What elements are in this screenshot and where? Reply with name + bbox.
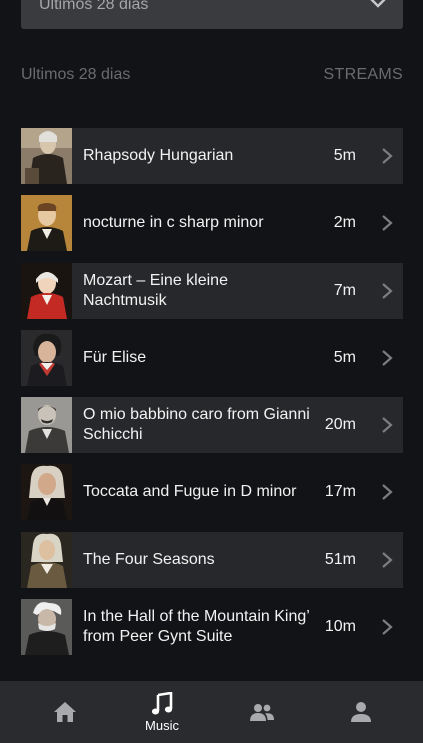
track-thumbnail	[21, 128, 72, 184]
track-thumbnail	[21, 397, 72, 454]
track-thumbnail	[21, 464, 72, 521]
track-streams: 20m	[324, 416, 356, 434]
track-row[interactable]: Rhapsody Hungarian 5m	[21, 128, 403, 184]
chevron-right-icon	[382, 148, 393, 164]
track-thumbnail	[21, 262, 72, 319]
chevron-right-icon	[382, 619, 393, 635]
tab-people[interactable]	[217, 681, 307, 743]
track-thumbnail	[21, 329, 72, 386]
people-icon	[250, 704, 274, 721]
track-streams: 5m	[333, 348, 356, 366]
tab-music[interactable]: Music	[117, 681, 207, 743]
person-icon	[351, 702, 371, 722]
track-title: nocturne in c sharp minor	[83, 214, 264, 232]
tab-music-label: Music	[145, 717, 179, 733]
track-row[interactable]: Für Elise 5m	[21, 329, 403, 386]
chevron-right-icon	[382, 350, 393, 366]
period-dropdown-value: Ultimos 28 dias	[39, 0, 149, 13]
track-streams: 51m	[324, 550, 356, 568]
track-title: O mio babbino caro from Gianni Schicchi	[83, 406, 310, 444]
track-streams: 7m	[333, 281, 356, 299]
chevron-right-icon	[382, 215, 393, 232]
track-row[interactable]: Toccata and Fugue in D minor 17m	[21, 464, 403, 521]
track-streams: 17m	[324, 483, 356, 501]
chevron-right-icon	[382, 282, 393, 299]
chevron-right-icon	[382, 417, 393, 434]
track-thumbnail	[21, 531, 72, 588]
chevron-right-icon	[382, 484, 393, 501]
track-streams: 10m	[324, 618, 356, 636]
track-row[interactable]: O mio babbino caro from Gianni Schicchi …	[21, 397, 403, 454]
track-title: Für Elise	[83, 348, 147, 366]
tab-profile[interactable]	[316, 681, 406, 743]
chevron-down-icon	[370, 0, 386, 8]
track-row[interactable]: In the Hall of the Mountain King’ from P…	[21, 599, 403, 656]
track-title: Toccata and Fugue in D minor	[83, 483, 297, 501]
bottom-tab-bar: Music	[0, 681, 423, 743]
track-thumbnail	[21, 195, 72, 252]
track-list: Rhapsody Hungarian 5m nocturne in c shar…	[21, 128, 403, 666]
track-row[interactable]: Mozart – Eine kleine Nachtmusik 7m	[21, 262, 403, 319]
track-title: The Four Seasons	[83, 550, 215, 568]
track-row[interactable]: The Four Seasons 51m	[21, 531, 403, 588]
list-header: Ultimos 28 dias STREAMS	[21, 66, 403, 88]
track-thumbnail	[21, 599, 72, 656]
track-title: In the Hall of the Mountain King’ from P…	[83, 608, 310, 646]
chevron-right-icon	[382, 551, 393, 568]
streams-column-label: STREAMS	[323, 66, 403, 83]
home-icon	[54, 702, 76, 722]
period-label: Ultimos 28 dias	[21, 66, 131, 83]
track-title: Mozart – Eine kleine Nachtmusik	[83, 271, 228, 309]
track-streams: 2m	[333, 214, 356, 232]
track-streams: 5m	[333, 147, 356, 164]
track-title: Rhapsody Hungarian	[83, 147, 234, 164]
period-dropdown[interactable]: Ultimos 28 dias	[21, 0, 403, 29]
track-row[interactable]: nocturne in c sharp minor 2m	[21, 195, 403, 252]
tab-home[interactable]	[20, 681, 110, 743]
music-note-icon	[151, 691, 173, 714]
